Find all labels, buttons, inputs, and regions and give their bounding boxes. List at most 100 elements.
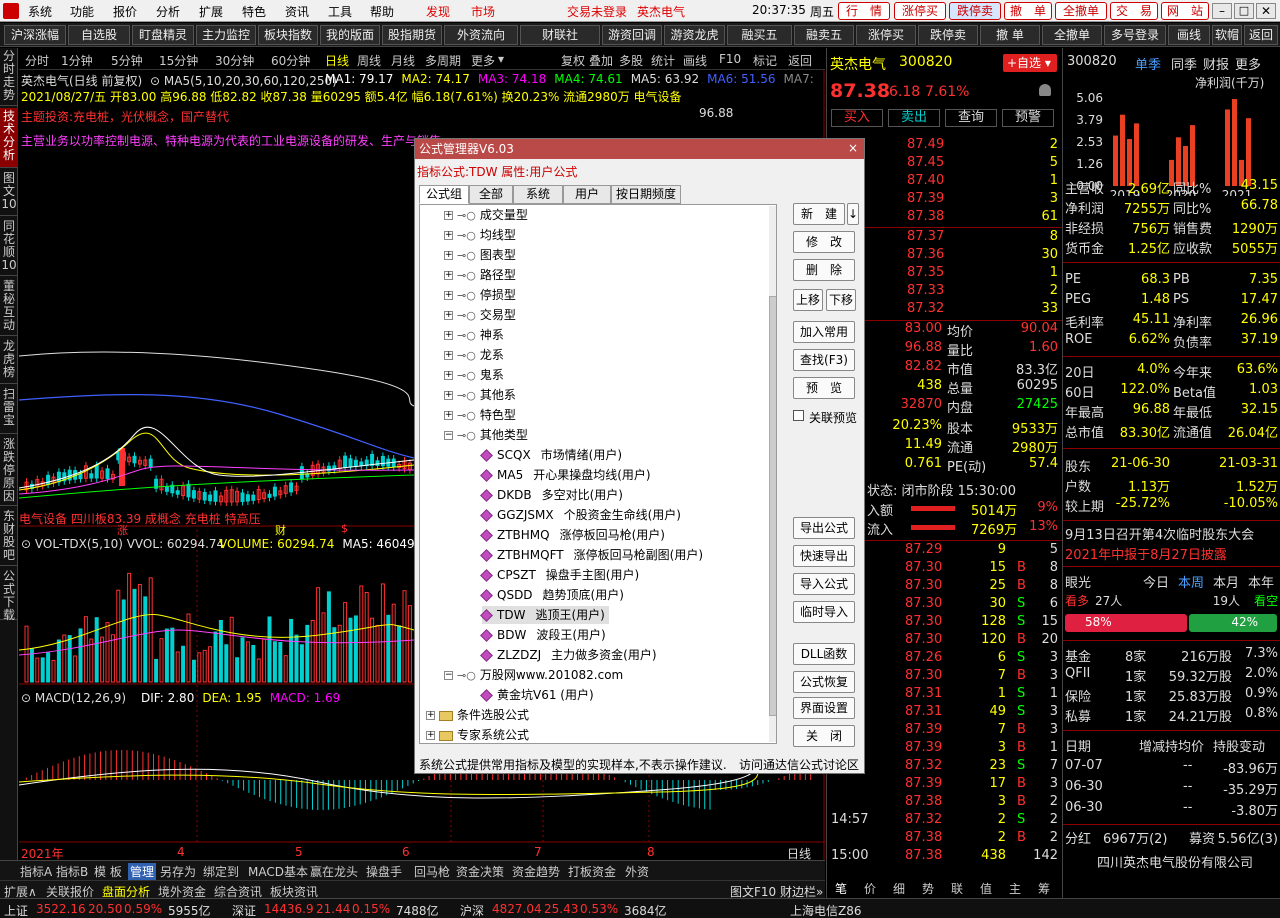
btn-limit-sell[interactable]: 跌停卖 [949, 2, 1001, 20]
menu-feature[interactable]: 特色 [242, 3, 266, 20]
import-formula-button[interactable]: 导入公式 [793, 573, 855, 595]
close-dialog-button[interactable]: 关 闭 [793, 725, 855, 747]
index-2-n[interactable]: 沪深 [460, 902, 484, 918]
toolbar-btn-11[interactable]: 融买五 [727, 25, 792, 45]
period-4[interactable]: 30分钟 [215, 52, 254, 69]
toolbar-btn-8[interactable]: 财联社 [520, 25, 600, 45]
dialog-close-icon[interactable]: × [846, 141, 860, 155]
delete-button[interactable]: 删 除 [793, 259, 855, 281]
indicator-tab-2[interactable]: 模 板 [94, 863, 122, 880]
left-tab-7[interactable]: 涨跌停原因 [0, 436, 18, 506]
export-formula-button[interactable]: 导出公式 [793, 517, 855, 539]
formula-item-10[interactable]: ZLZDZJ 主力做多资金(用户) [480, 646, 657, 664]
formula-item-2[interactable]: DKDB 多空对比(用户) [480, 486, 623, 504]
dialog-tab-0[interactable]: 公式组 [419, 185, 469, 204]
quote-tab-6[interactable]: 主 [1009, 880, 1021, 897]
indicator-tab-12[interactable]: 打板资金 [568, 863, 616, 880]
chart-tool-7[interactable]: 返回 [788, 52, 812, 69]
left-tab-0[interactable]: 分时走势 [0, 48, 18, 106]
notice-report[interactable]: 2021年中报于8月27日披露 [1065, 544, 1227, 563]
btn-cancel-all[interactable]: 全撤单 [1055, 2, 1107, 20]
expand-icon[interactable]: + [444, 291, 453, 300]
chart-tool-3[interactable]: 统计 [651, 52, 675, 69]
view-tab-1[interactable]: 本周 [1178, 572, 1204, 591]
period-6[interactable]: 日线 [325, 52, 349, 69]
expand-icon[interactable]: + [426, 731, 435, 740]
indicator-tab-4[interactable]: 另存为 [160, 863, 196, 880]
indicator-tab-11[interactable]: 资金趋势 [512, 863, 560, 880]
toolbar-btn-5[interactable]: 我的版面 [320, 25, 380, 45]
tree-site-group[interactable]: − ⊸○ 万股网www.201082.com [444, 666, 623, 684]
expand-icon[interactable]: + [444, 391, 453, 400]
toolbar-btn-13[interactable]: 涨停买 [856, 25, 916, 45]
temp-import-button[interactable]: 临时导入 [793, 601, 855, 623]
period-10[interactable]: 更多 [471, 52, 495, 69]
period-1[interactable]: 1分钟 [61, 52, 93, 69]
btn-limit-buy[interactable]: 涨停买 [894, 2, 946, 20]
period-9[interactable]: 多周期 [425, 52, 461, 69]
mark-limit-up[interactable]: 涨 [117, 522, 128, 538]
toolbar-btn-1[interactable]: 自选股 [68, 25, 130, 45]
view-tab-3[interactable]: 本年 [1248, 572, 1274, 591]
formula-item-9[interactable]: BDW 波段王(用户) [480, 626, 606, 644]
menu-analysis[interactable]: 分析 [156, 3, 180, 20]
restore-formula-button[interactable]: 公式恢复 [793, 671, 855, 693]
preview-checkbox[interactable] [793, 410, 804, 421]
period-2[interactable]: 5分钟 [111, 52, 143, 69]
toolbar-btn-16[interactable]: 全撤单 [1042, 25, 1102, 45]
quote-tab-4[interactable]: 联 [951, 880, 963, 897]
toolbar-btn-19[interactable]: 软帽 [1212, 25, 1242, 45]
btn-cancel-order[interactable]: 撤 单 [1004, 2, 1052, 20]
formula-item-5[interactable]: ZTBHMQFT 涨停板回马枪副图(用户) [480, 546, 703, 564]
chart-tool-5[interactable]: F10 [719, 52, 741, 66]
chart-tool-1[interactable]: 叠加 [589, 52, 613, 69]
modify-button[interactable]: 修 改 [793, 231, 855, 253]
bell-icon[interactable] [1039, 84, 1051, 96]
quote-tab-2[interactable]: 细 [893, 880, 905, 897]
btn-market-quote[interactable]: 行 情 [838, 2, 890, 20]
new-dropdown-icon[interactable]: ↓ [847, 203, 859, 225]
toolbar-btn-17[interactable]: 多号登录 [1104, 25, 1166, 45]
index-1-n[interactable]: 深证 [232, 902, 256, 918]
toolbar-btn-12[interactable]: 融卖五 [794, 25, 854, 45]
tree-folder-0[interactable]: + 条件选股公式 [426, 706, 529, 724]
menu-help[interactable]: 帮助 [370, 3, 394, 20]
menu-market[interactable]: 市场 [471, 3, 495, 20]
indicator-tab-9[interactable]: 回马枪 [414, 863, 450, 880]
left-tab-1[interactable]: 技术分析 [0, 108, 18, 168]
period-5[interactable]: 60分钟 [271, 52, 310, 69]
quote-btn-2[interactable]: 查询 [945, 109, 997, 127]
formula-tree[interactable]: + ⊸○ 成交量型 + ⊸○ 均线型 + ⊸○ 图表型 + ⊸○ 路径型 + ⊸○ 停损型 + ⊸○ 交易型 + ⊸○… [419, 204, 777, 744]
indicator-tab-13[interactable]: 外资 [625, 863, 649, 880]
period-0[interactable]: 分时 [25, 52, 49, 69]
fin-tab-3[interactable]: 更多 [1235, 54, 1261, 73]
formula-item-0[interactable]: SCQX 市场情绪(用户) [480, 446, 622, 464]
forum-link[interactable]: 访问通达信公式讨论区 [739, 756, 859, 773]
left-tab-4[interactable]: 董秘互动 [0, 278, 18, 336]
btn-trade[interactable]: 交 易 [1110, 2, 1158, 20]
menu-discover[interactable]: 发现 [426, 3, 450, 20]
period-7[interactable]: 周线 [357, 52, 381, 69]
index-0-n[interactable]: 上证 [4, 902, 28, 918]
formula-item-6[interactable]: CPSZT 操盘手主图(用户) [480, 566, 639, 584]
chart-tool-2[interactable]: 多股 [619, 52, 643, 69]
tree-group-2[interactable]: + ⊸○ 图表型 [444, 246, 516, 264]
tree-group-1[interactable]: + ⊸○ 均线型 [444, 226, 516, 244]
toolbar-btn-4[interactable]: 板块指数 [258, 25, 318, 45]
quote-btn-0[interactable]: 买入 [831, 109, 883, 127]
toolbar-btn-3[interactable]: 主力监控 [196, 25, 256, 45]
expand-icon[interactable]: + [444, 351, 453, 360]
left-tab-8[interactable]: 东财股吧 [0, 508, 18, 566]
left-tab-9[interactable]: 公式下载 [0, 568, 18, 622]
quick-export-button[interactable]: 快速导出 [793, 545, 855, 567]
dropdown-arrow-icon[interactable]: ▾ [1045, 56, 1051, 70]
mark-finance[interactable]: 财 [275, 522, 286, 538]
quote-btn-1[interactable]: 卖出 [888, 109, 940, 127]
expand-icon[interactable]: + [444, 411, 453, 420]
formula-item-3[interactable]: GGZJSMX 个股资金生命线(用户) [480, 506, 681, 524]
fin-tab-1[interactable]: 同季 [1171, 54, 1197, 73]
tree-group-9[interactable]: + ⊸○ 其他系 [444, 386, 516, 404]
view-tab-0[interactable]: 今日 [1143, 572, 1169, 591]
tree-group-3[interactable]: + ⊸○ 路径型 [444, 266, 516, 284]
expand-icon[interactable]: + [444, 231, 453, 240]
